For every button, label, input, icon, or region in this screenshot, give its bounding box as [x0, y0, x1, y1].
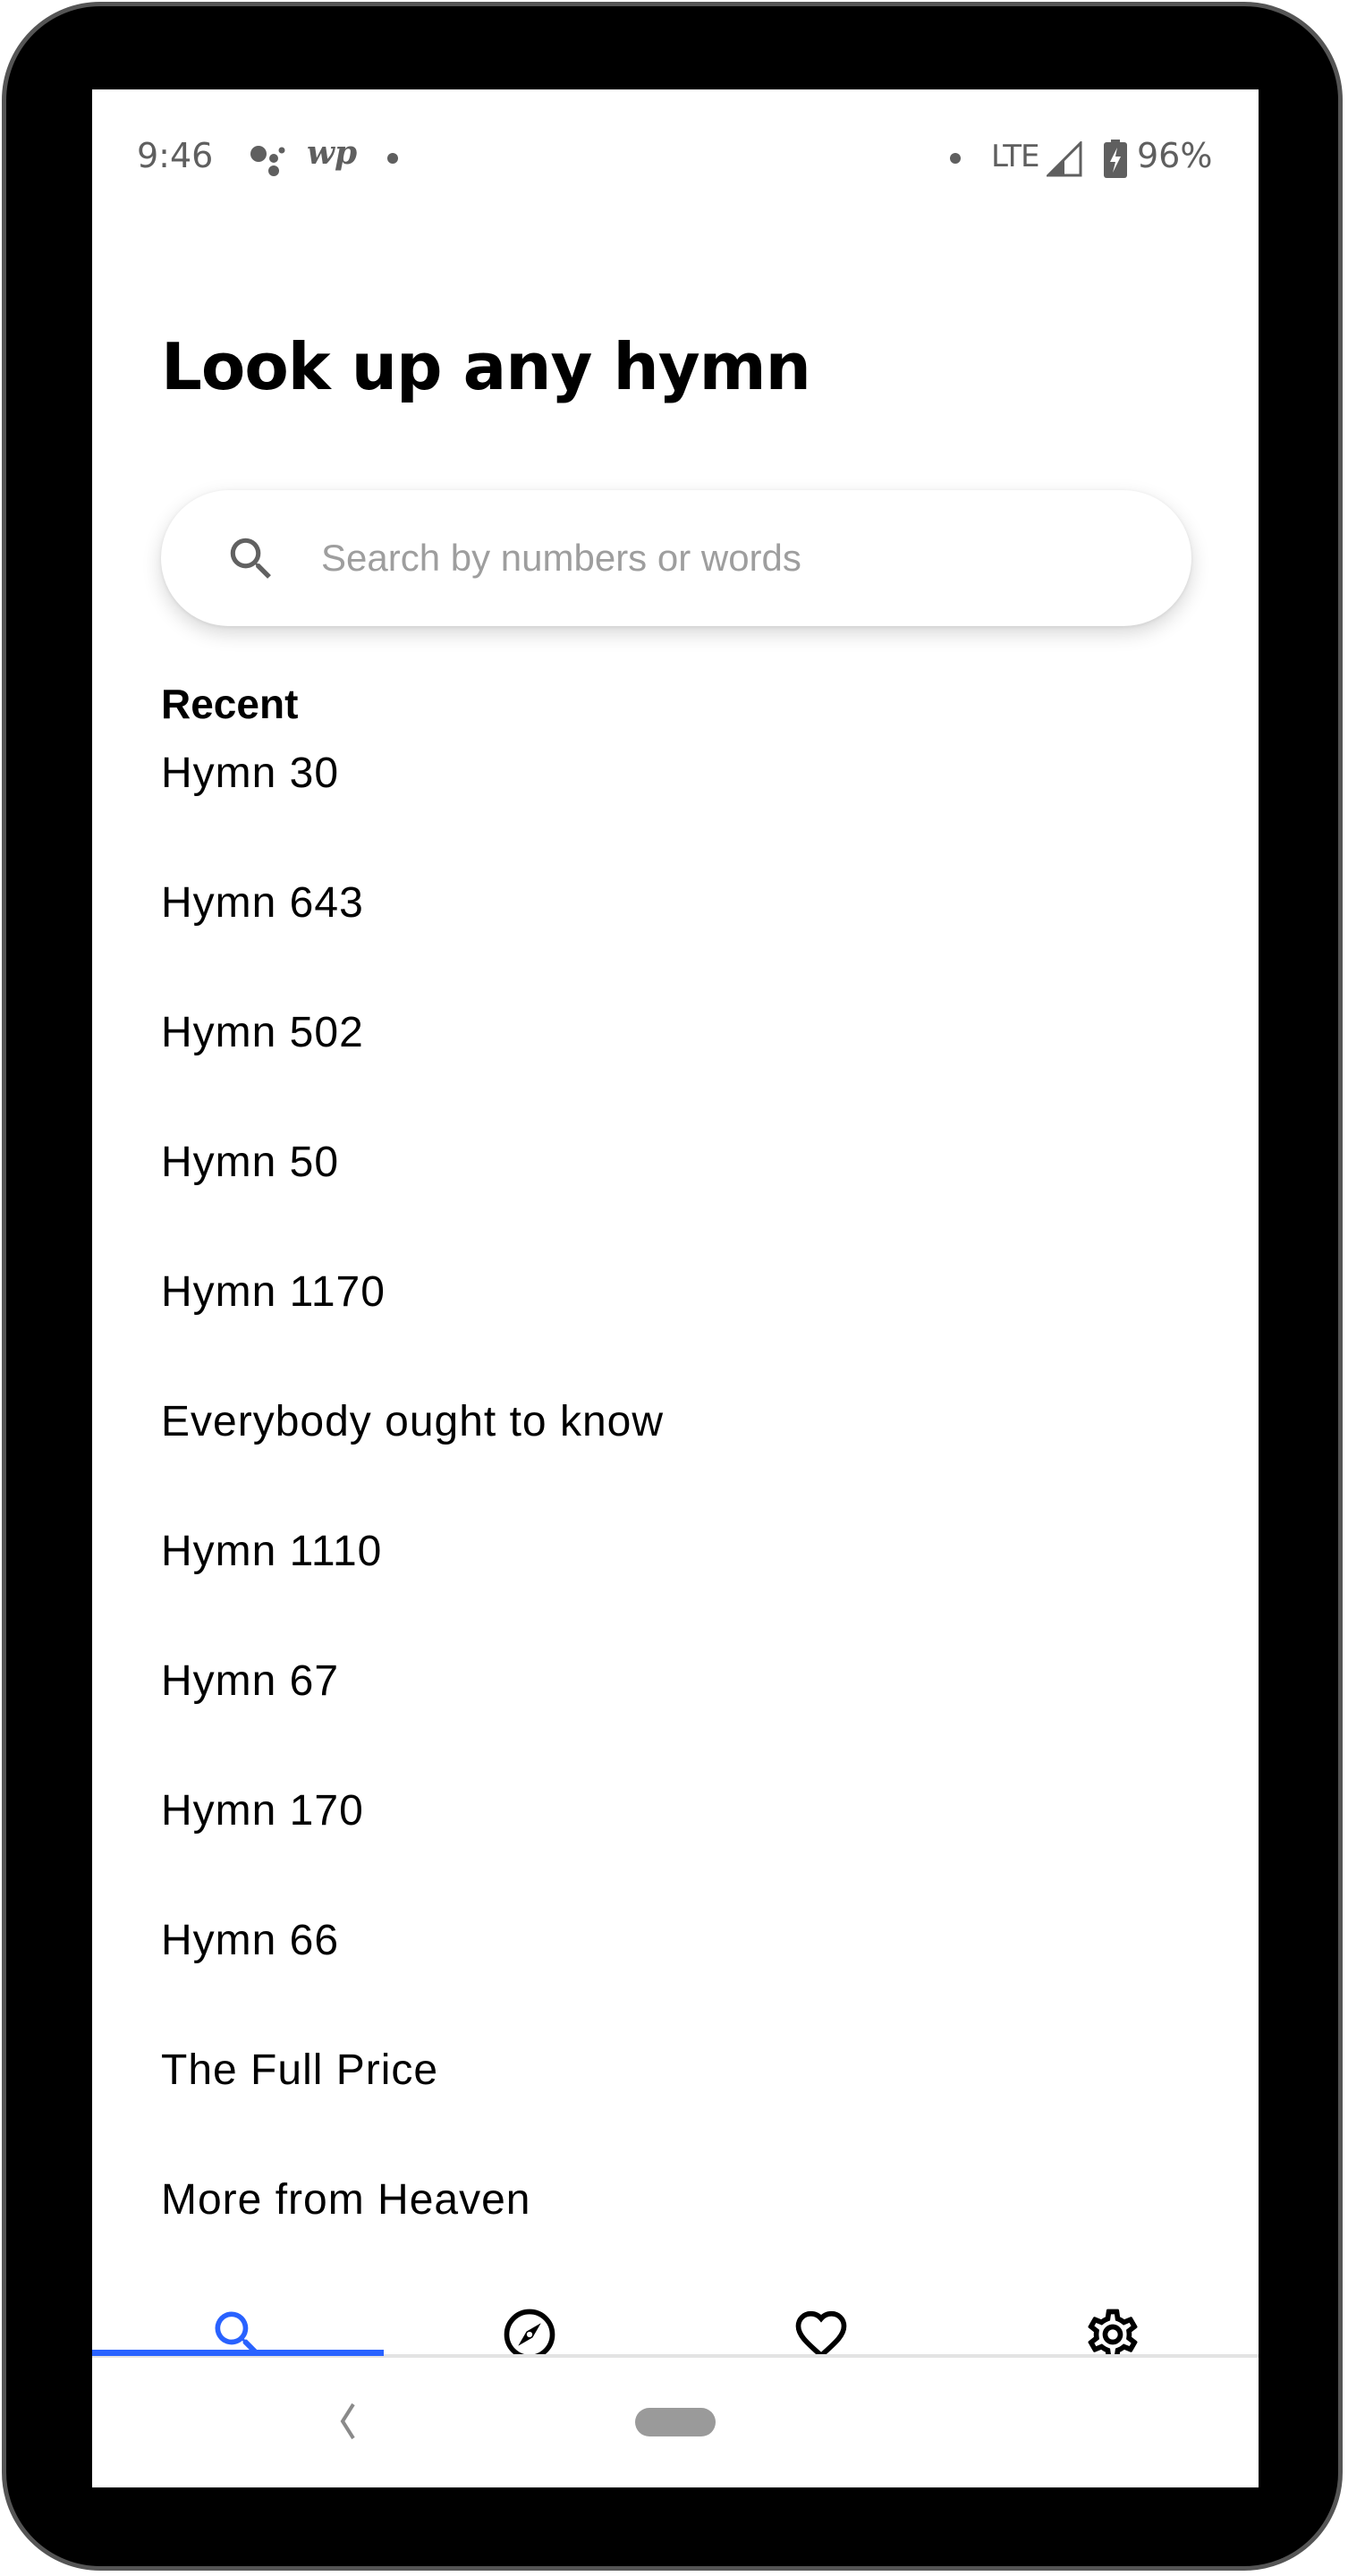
recent-item[interactable]: Hymn 1170 — [92, 1266, 1259, 1395]
notification-dot-icon — [950, 153, 961, 164]
active-tab-indicator — [92, 2350, 384, 2356]
search-bar[interactable] — [161, 490, 1191, 626]
network-type: LTE — [991, 139, 1040, 174]
recent-item[interactable]: Hymn 30 — [92, 747, 1259, 877]
recent-item[interactable]: Hymn 170 — [92, 1784, 1259, 1914]
search-icon — [230, 538, 271, 579]
search-input[interactable] — [319, 517, 1146, 599]
recent-item[interactable]: Hymn 502 — [92, 1006, 1259, 1136]
battery-charging-icon — [1104, 140, 1127, 178]
screen: 9:46 wp LTE 96% Look up any hymn Rece — [92, 89, 1259, 2487]
signal-icon — [1047, 141, 1082, 177]
recent-item[interactable]: Hymn 1110 — [92, 1525, 1259, 1655]
recent-heading: Recent — [161, 681, 299, 727]
recent-item[interactable]: Hymn 66 — [92, 1914, 1259, 2044]
notification-dot-icon — [387, 153, 398, 164]
recent-item[interactable]: More from Heaven — [92, 2174, 1259, 2281]
google-assistant-icon — [250, 146, 285, 176]
washington-post-icon: wp — [307, 134, 358, 172]
recent-item[interactable]: The Full Price — [92, 2044, 1259, 2174]
recent-list: Hymn 30 Hymn 643 Hymn 502 Hymn 50 Hymn 1… — [92, 747, 1259, 2281]
recent-item[interactable]: Hymn 50 — [92, 1136, 1259, 1266]
recent-item[interactable]: Hymn 643 — [92, 877, 1259, 1006]
status-bar: 9:46 wp LTE 96% — [92, 89, 1259, 178]
battery-percent: 96% — [1137, 136, 1213, 175]
recent-item[interactable]: Hymn 67 — [92, 1655, 1259, 1784]
home-pill-button[interactable] — [635, 2408, 716, 2436]
system-nav-bar — [92, 2358, 1259, 2487]
recent-item[interactable]: Everybody ought to know — [92, 1395, 1259, 1525]
status-time: 9:46 — [137, 136, 214, 175]
page-title: Look up any hymn — [161, 329, 811, 404]
back-icon[interactable] — [334, 2399, 360, 2444]
